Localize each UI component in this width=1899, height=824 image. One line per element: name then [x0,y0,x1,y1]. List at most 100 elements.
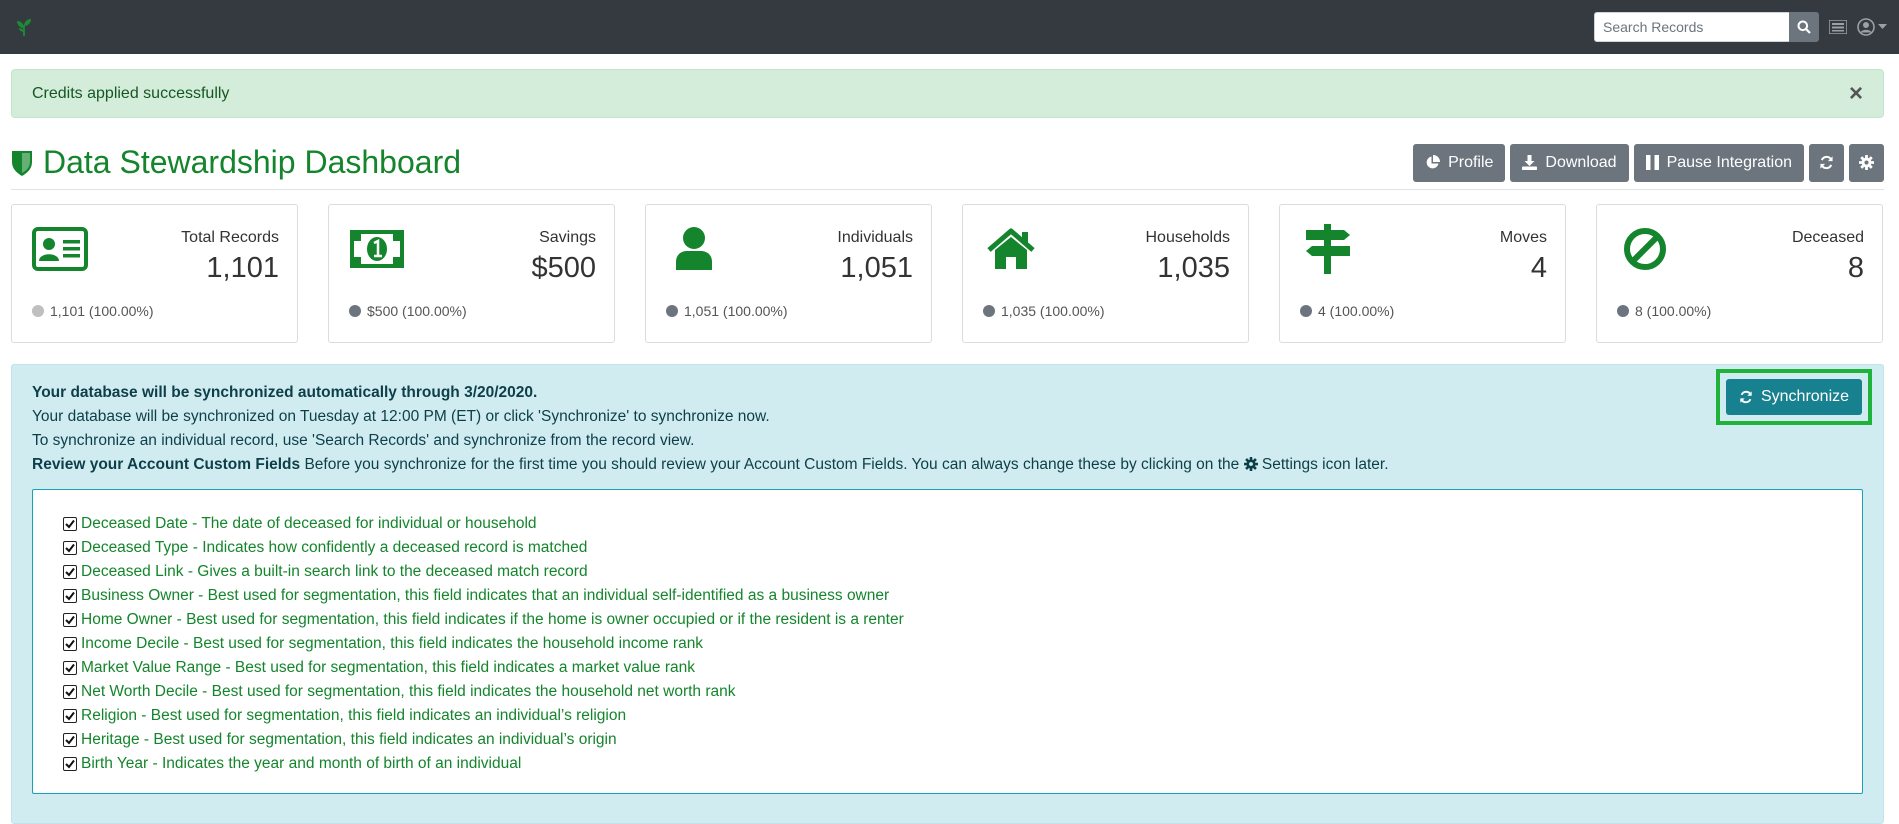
profile-button[interactable]: Profile [1413,143,1506,182]
success-alert: Credits applied successfully × [11,69,1884,118]
custom-field-item: Deceased Link - Gives a built-in search … [63,560,1832,584]
download-button[interactable]: Download [1510,143,1629,182]
gear-icon [1243,457,1258,471]
header-actions: Profile Download Pause Integration [1413,143,1884,182]
custom-field-item: Business Owner - Best used for segmentat… [63,584,1832,608]
pie-chart-icon [1426,155,1441,169]
card-footnote: 1,051 (100.00%) [666,303,788,319]
card-footnote-text: 8 (100.00%) [1635,303,1712,319]
search-group [1594,12,1819,42]
refresh-button[interactable] [1809,143,1844,182]
status-dot [349,305,361,317]
field-checkbox[interactable] [63,565,77,579]
card-label: Households [1145,229,1231,246]
list-icon [1829,20,1847,34]
custom-field-item: Deceased Date - The date of deceased for… [63,512,1832,536]
checkmark-icon [65,519,75,529]
field-label: Heritage - Best used for segmentation, t… [81,731,617,748]
page-header: Data Stewardship Dashboard Profile Downl… [11,136,1884,190]
field-checkbox[interactable] [63,661,77,675]
custom-field-item: Market Value Range - Best used for segme… [63,656,1832,680]
review-heading: Review your Account Custom Fields [32,456,301,473]
page-title-text: Data Stewardship Dashboard [43,144,462,180]
stat-card-savings: Savings $500 $500 (100.00%) [328,204,615,343]
card-label: Savings [539,229,596,246]
card-label: Moves [1499,229,1547,246]
card-footnote-text: 1,051 (100.00%) [684,303,788,319]
card-value: $500 [531,252,596,284]
download-button-label: Download [1545,153,1617,171]
checkmark-icon [65,543,75,553]
sync-info-panel: Synchronize Your database will be synchr… [11,364,1884,824]
caret-down-icon [1878,24,1887,29]
card-footnote: 1,101 (100.00%) [32,303,154,319]
field-checkbox[interactable] [63,589,77,603]
refresh-icon [1740,390,1752,404]
synchronize-highlight: Synchronize [1716,369,1872,425]
ban-icon [1617,225,1673,273]
navbar-right [1594,12,1887,42]
checkmark-icon [65,591,75,601]
custom-field-item: Religion - Best used for segmentation, t… [63,704,1832,728]
custom-field-item: Income Decile - Best used for segmentati… [63,632,1832,656]
card-label: Total Records [181,229,279,246]
stat-card-total-records: Total Records 1,101 1,101 (100.00%) [11,204,298,343]
card-footnote-text: $500 (100.00%) [367,303,467,319]
pause-integration-button[interactable]: Pause Integration [1633,143,1804,182]
list-menu-button[interactable] [1829,12,1847,42]
alert-close-button[interactable]: × [1849,81,1863,106]
status-dot [983,305,995,317]
profile-button-label: Profile [1448,153,1494,171]
field-checkbox[interactable] [63,757,77,771]
sync-individual-line: To synchronize an individual record, use… [32,432,695,449]
status-dot [1617,305,1629,317]
field-label: Birth Year - Indicates the year and mont… [81,755,522,772]
user-menu-button[interactable] [1857,12,1887,42]
pause-icon [1645,155,1659,170]
pause-integration-label: Pause Integration [1666,153,1792,171]
signpost-icon [1300,224,1356,274]
top-navbar [0,0,1899,54]
review-custom-fields-line: Review your Account Custom Fields Before… [32,453,1863,477]
refresh-icon [1820,155,1833,170]
stat-card-moves: Moves 4 4 (100.00%) [1279,204,1566,343]
field-label: Religion - Best used for segmentation, t… [81,707,627,724]
field-label: Home Owner - Best used for segmentation,… [81,611,904,628]
synchronize-button[interactable]: Synchronize [1726,379,1862,415]
field-checkbox[interactable] [63,685,77,699]
stat-card-households: Households 1,035 1,035 (100.00%) [962,204,1249,343]
status-dot [666,305,678,317]
checkmark-icon [65,615,75,625]
search-input[interactable] [1594,12,1789,42]
download-icon [1522,155,1538,170]
field-checkbox[interactable] [63,709,77,723]
card-footnote-text: 1,035 (100.00%) [1001,303,1105,319]
field-checkbox[interactable] [63,637,77,651]
card-footnote: 1,035 (100.00%) [983,303,1105,319]
card-value: 1,051 [840,252,913,284]
field-label: Deceased Link - Gives a built-in search … [81,563,588,580]
gear-icon [1859,155,1874,170]
field-checkbox[interactable] [63,613,77,627]
field-label: Income Decile - Best used for segmentati… [81,635,704,652]
field-checkbox[interactable] [63,517,77,531]
card-value: 4 [1530,252,1547,284]
field-label: Market Value Range - Best used for segme… [81,659,695,676]
custom-field-item: Home Owner - Best used for segmentation,… [63,608,1832,632]
home-icon [983,225,1039,273]
field-label: Net Worth Decile - Best used for segment… [81,683,736,700]
field-checkbox[interactable] [63,733,77,747]
card-value: 1,035 [1157,252,1230,284]
field-label: Business Owner - Best used for segmentat… [81,587,890,604]
status-dot [32,305,44,317]
card-footnote: $500 (100.00%) [349,303,467,319]
id-card-icon [32,225,88,273]
card-footnote: 4 (100.00%) [1300,303,1394,319]
card-footnote-text: 4 (100.00%) [1318,303,1395,319]
leaf-logo-icon[interactable] [12,15,36,39]
card-label: Individuals [837,229,913,246]
settings-button[interactable] [1849,143,1884,182]
search-button[interactable] [1789,12,1819,42]
field-checkbox[interactable] [63,541,77,555]
card-footnote: 8 (100.00%) [1617,303,1711,319]
